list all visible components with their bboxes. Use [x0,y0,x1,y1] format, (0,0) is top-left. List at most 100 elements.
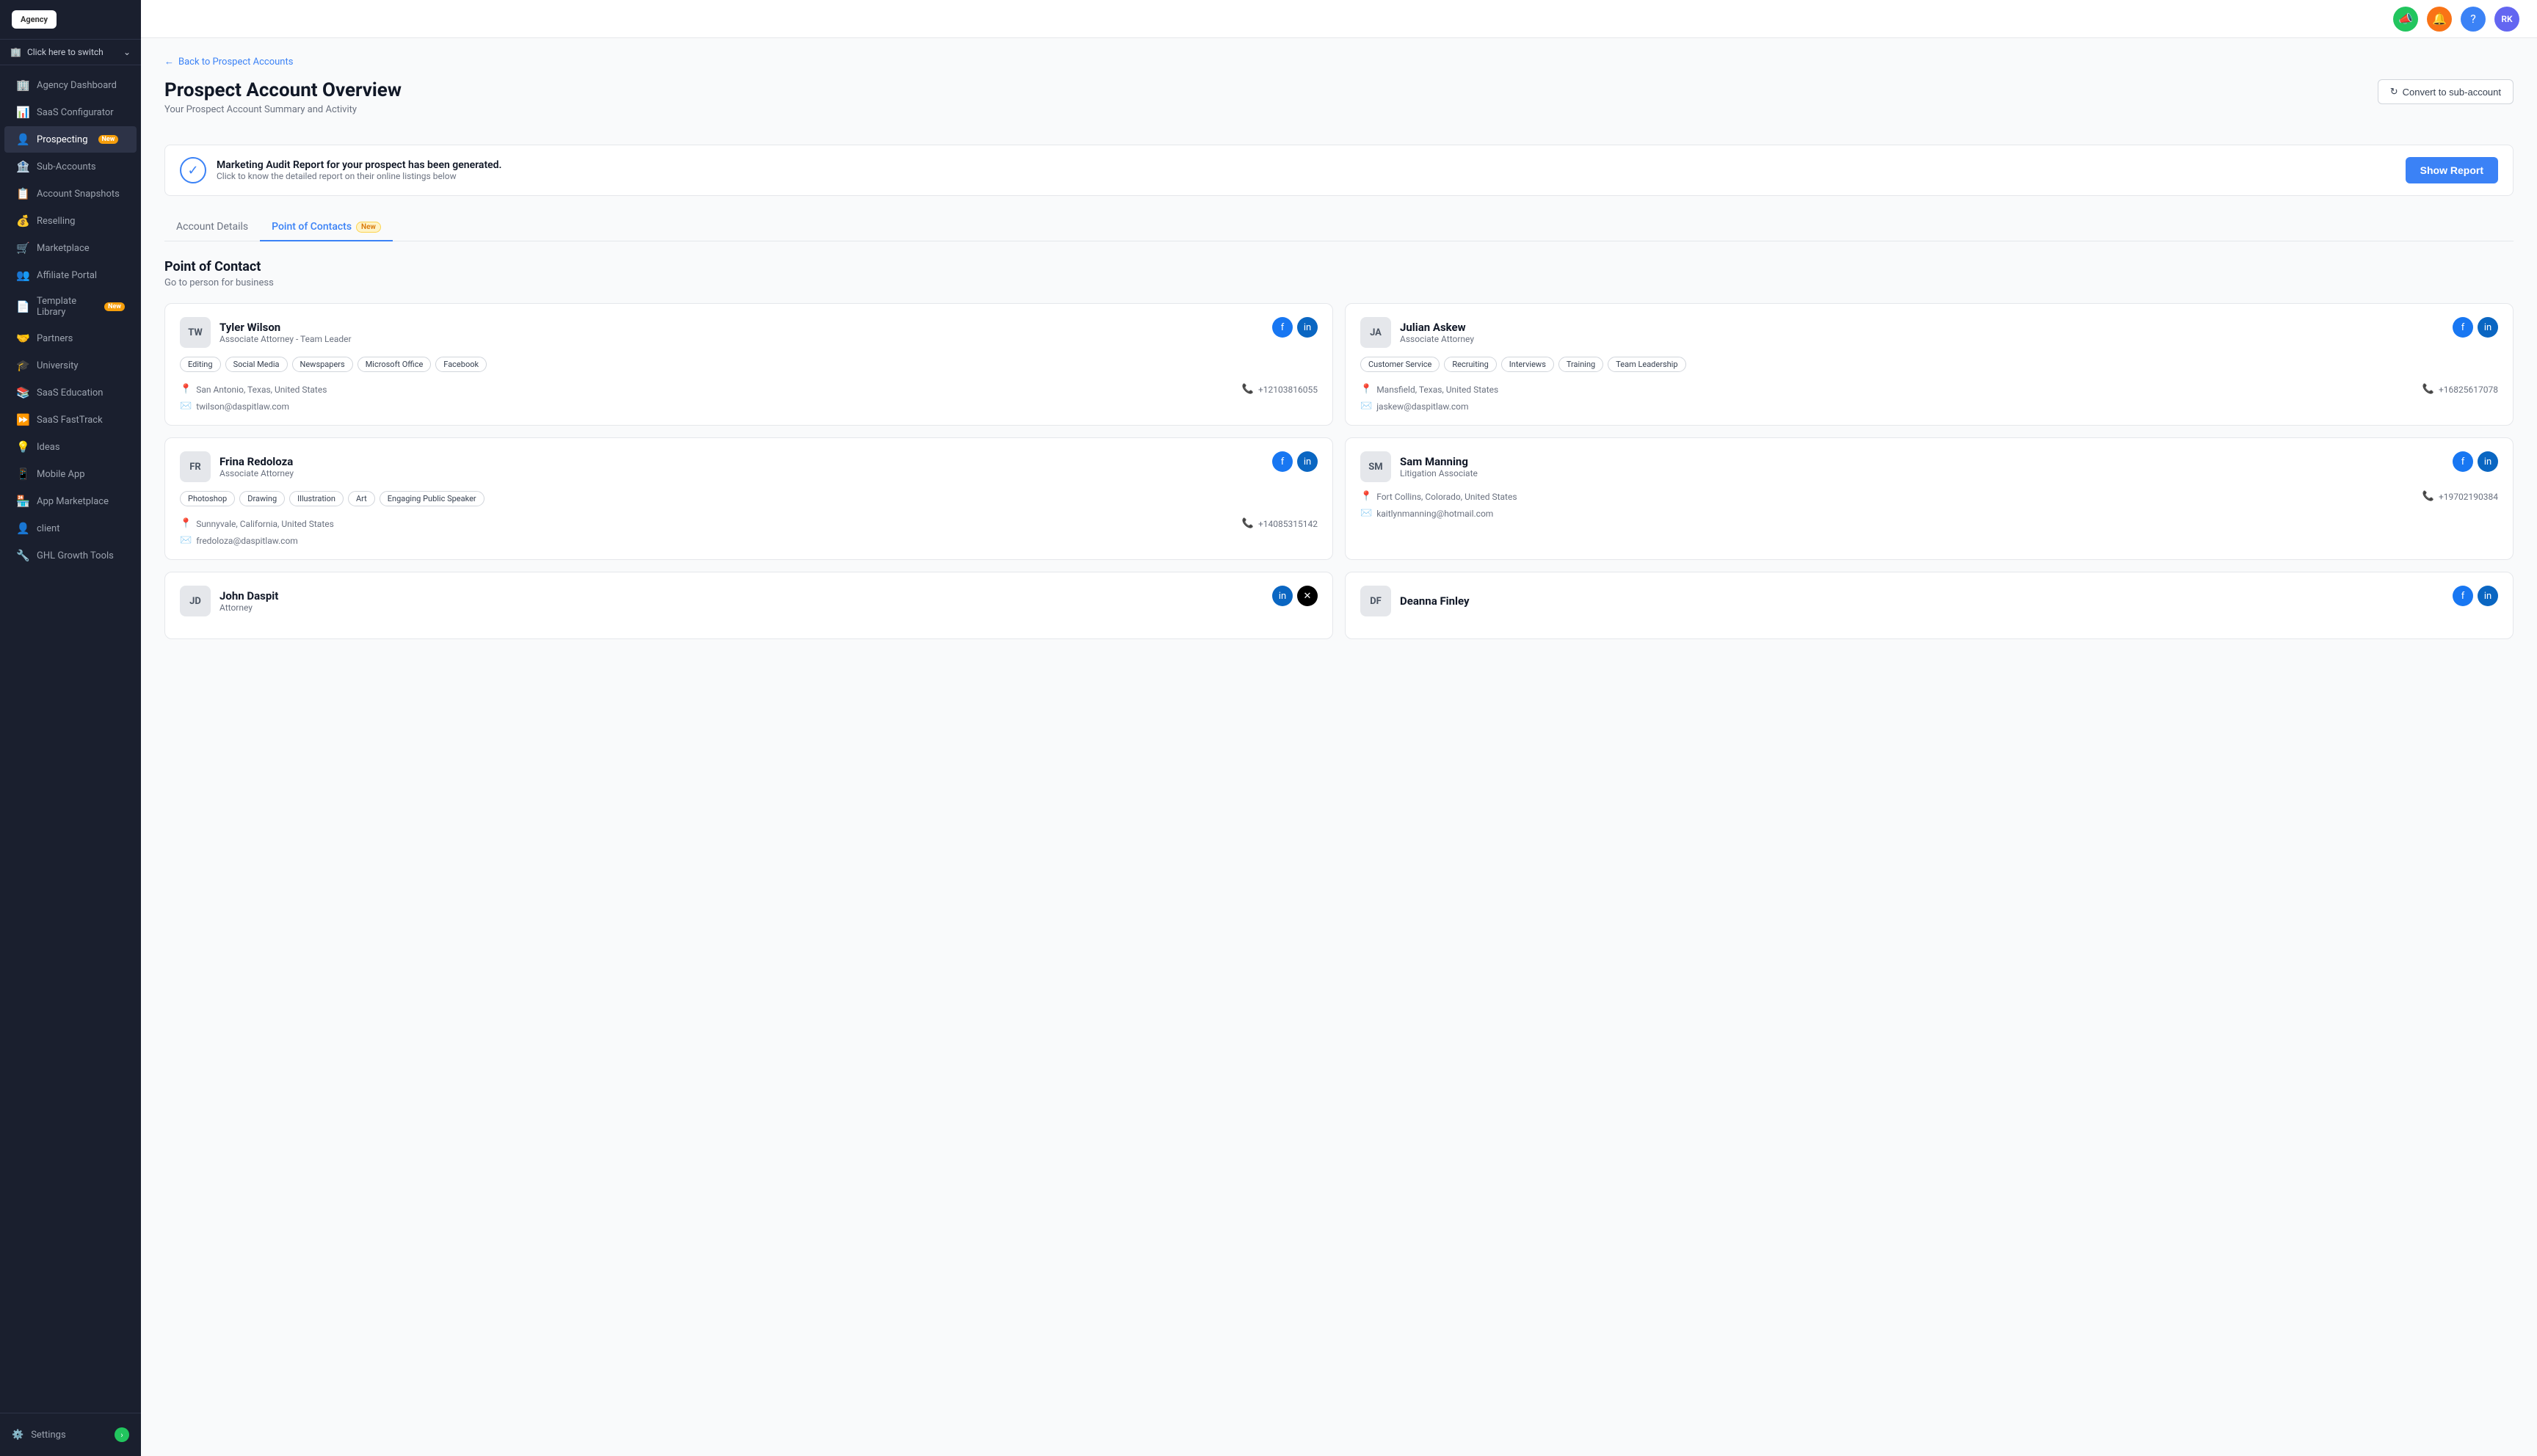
sidebar-logo: Agency [0,0,141,40]
sidebar-item-saas-education[interactable]: 📚 SaaS Education [4,379,137,406]
contact-phone: 📞+14085315142 [1242,518,1318,529]
fb-icon[interactable]: f [1272,451,1293,472]
skill-tag: Photoshop [180,491,235,506]
sidebar-item-ghl-growth-tools[interactable]: 🔧 GHL Growth Tools [4,542,137,569]
template-library-icon: 📄 [16,300,29,313]
sidebar-item-marketplace[interactable]: 🛒 Marketplace [4,235,137,261]
contact-grid: TW Tyler Wilson Associate Attorney - Tea… [164,303,2514,639]
contact-location: 📍Sunnyvale, California, United States [180,518,334,529]
sidebar-item-template-library[interactable]: 📄 Template Library New [4,289,137,324]
sidebar-item-sub-accounts[interactable]: 🏦 Sub-Accounts [4,153,137,180]
contact-phone: 📞+12103816055 [1242,384,1318,395]
sidebar-item-client[interactable]: 👤 client [4,515,137,542]
skill-tag: Facebook [435,357,487,372]
sidebar-item-reselling[interactable]: 💰 Reselling [4,208,137,234]
social-icons-1: fin [2453,317,2498,338]
social-icons-5: fin [2453,586,2498,606]
contact-name-4: John Daspit [219,589,278,603]
contact-avatar-4: JD [180,586,211,616]
fb-icon[interactable]: f [2453,317,2473,338]
contact-name-2: Frina Redoloza [219,455,294,468]
contact-avatar-5: DF [1360,586,1391,616]
sidebar-label-saas-education: SaaS Education [37,387,103,398]
sidebar-label-saas-fasttrack: SaaS FastTrack [37,415,103,426]
agency-switch[interactable]: 🏢 Click here to switch ⌄ [0,40,141,65]
audit-check-icon: ✓ [180,157,206,183]
settings-label: Settings [31,1430,65,1441]
saas-education-icon: 📚 [16,386,29,399]
poc-title: Point of Contact [164,259,2514,274]
contact-phone: 📞+16825617078 [2422,384,2498,395]
sidebar-item-saas-configurator[interactable]: 📊 SaaS Configurator [4,99,137,125]
prospecting-icon: 👤 [16,133,29,146]
contact-card-5: DF Deanna Finley fin [1345,572,2514,639]
contact-card-4: JD John Daspit Attorney in✕ [164,572,1333,639]
contact-location: 📍Fort Collins, Colorado, United States [1360,491,1517,502]
sidebar-item-partners[interactable]: 🤝 Partners [4,325,137,352]
poc-section: Point of Contact Go to person for busine… [164,259,2514,639]
sidebar-item-mobile-app[interactable]: 📱 Mobile App [4,461,137,487]
badge-template-library: New [104,302,125,311]
audit-banner: ✓ Marketing Audit Report for your prospe… [164,145,2514,196]
audit-title: Marketing Audit Report for your prospect… [217,159,502,171]
sidebar-item-university[interactable]: 🎓 University [4,352,137,379]
skills-0: EditingSocial MediaNewspapersMicrosoft O… [180,357,1318,372]
tw-icon[interactable]: ✕ [1297,586,1318,606]
poc-subtitle: Go to person for business [164,277,2514,288]
sidebar-label-agency-dashboard: Agency Dashboard [37,80,117,91]
sidebar-item-app-marketplace[interactable]: 🏪 App Marketplace [4,488,137,514]
switch-label: Click here to switch [27,47,104,57]
contact-name-3: Sam Manning [1400,455,1478,468]
sub-accounts-icon: 🏦 [16,160,29,173]
sidebar-item-agency-dashboard[interactable]: 🏢 Agency Dashboard [4,72,137,98]
fb-icon[interactable]: f [2453,451,2473,472]
li-icon[interactable]: in [1272,586,1293,606]
social-icons-2: fin [1272,451,1318,472]
sidebar-label-university: University [37,360,79,371]
saas-configurator-icon: 📊 [16,106,29,119]
contact-card-0: TW Tyler Wilson Associate Attorney - Tea… [164,303,1333,426]
sidebar-item-ideas[interactable]: 💡 Ideas [4,434,137,460]
skill-tag: Illustration [289,491,344,506]
back-link-label: Back to Prospect Accounts [178,57,293,68]
fb-icon[interactable]: f [1272,317,1293,338]
sidebar-label-account-snapshots: Account Snapshots [37,189,120,200]
li-icon[interactable]: in [2478,451,2498,472]
li-icon[interactable]: in [2478,317,2498,338]
back-link[interactable]: ← Back to Prospect Accounts [164,56,2514,68]
contact-name-0: Tyler Wilson [219,321,352,334]
sidebar-item-saas-fasttrack[interactable]: ⏩ SaaS FastTrack [4,407,137,433]
skill-tag: Training [1558,357,1603,372]
skill-tag: Editing [180,357,221,372]
badge-prospecting: New [98,135,119,144]
tab-point-of-contacts[interactable]: Point of Contacts New [260,214,393,241]
mobile-app-icon: 📱 [16,467,29,481]
settings-icon: ⚙️ [12,1430,23,1441]
back-arrow-icon: ← [164,56,174,68]
sidebar-item-prospecting[interactable]: 👤 Prospecting New [4,126,137,153]
tab-new-badge: New [356,222,381,233]
show-report-button[interactable]: Show Report [2406,157,2498,183]
notification-icon-green[interactable]: 📣 [2393,7,2418,32]
app-marketplace-icon: 🏪 [16,495,29,508]
user-avatar[interactable]: RK [2494,7,2519,32]
settings-item[interactable]: ⚙️ Settings › [0,1421,141,1449]
help-icon[interactable]: ? [2461,7,2486,32]
li-icon[interactable]: in [2478,586,2498,606]
li-icon[interactable]: in [1297,317,1318,338]
convert-icon: ↻ [2390,86,2398,98]
contact-location: 📍Mansfield, Texas, United States [1360,384,1498,395]
sidebar-item-affiliate-portal[interactable]: 👥 Affiliate Portal [4,262,137,288]
switch-icon: 🏢 [10,47,21,57]
affiliate-portal-icon: 👥 [16,269,29,282]
fb-icon[interactable]: f [2453,586,2473,606]
social-icons-3: fin [2453,451,2498,472]
social-icons-0: fin [1272,317,1318,338]
convert-button[interactable]: ↻ Convert to sub-account [2378,79,2514,104]
sidebar-label-app-marketplace: App Marketplace [37,496,109,507]
li-icon[interactable]: in [1297,451,1318,472]
sidebar-item-account-snapshots[interactable]: 📋 Account Snapshots [4,181,137,207]
notification-icon-orange[interactable]: 🔔 [2427,7,2452,32]
page-header-row: Prospect Account Overview Your Prospect … [164,79,2514,130]
tab-account-details[interactable]: Account Details [164,214,260,241]
